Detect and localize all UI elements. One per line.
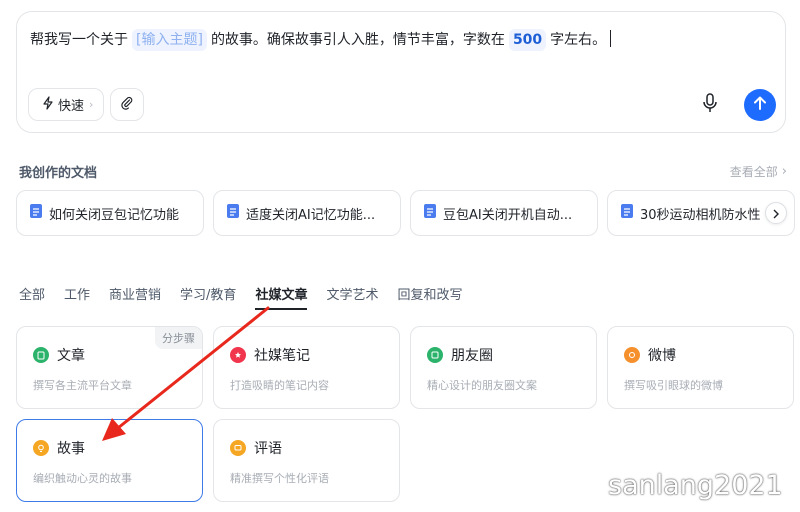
template-card-moments[interactable]: 朋友圈 精心设计的朋友圈文案 [410, 326, 597, 409]
template-card-story[interactable]: 故事 编织触动心灵的故事 [16, 419, 203, 502]
document-card[interactable]: 如何关闭豆包记忆功能 [16, 190, 204, 236]
topic-placeholder: [输入主题] [136, 32, 203, 48]
documents-next-button[interactable] [765, 202, 787, 224]
text-caret [610, 30, 612, 47]
card-title: 故事 [57, 441, 85, 457]
card-description: 撰写各主流平台文章 [33, 379, 132, 392]
document-icon [33, 347, 49, 363]
prompt-composer[interactable]: 帮我写一个关于 [输入主题] 的故事。确保故事引人入胜，情节丰富，字数在 500 字左右… [16, 11, 786, 133]
moments-icon [427, 347, 443, 363]
tab-marketing[interactable]: 商业营销 [109, 284, 161, 310]
tab-education[interactable]: 学习/教育 [180, 284, 236, 310]
chevron-right-icon [772, 204, 780, 223]
tab-social-media[interactable]: 社媒文章 [255, 284, 308, 310]
fast-mode-label: 快速 [58, 99, 85, 114]
card-title: 文章 [57, 348, 85, 364]
tab-reply-rewrite[interactable]: 回复和改写 [397, 284, 462, 310]
card-description: 精心设计的朋友圈文案 [427, 379, 537, 392]
microphone-button[interactable] [700, 93, 720, 117]
template-card-social-note[interactable]: 社媒笔记 打造吸睛的笔记内容 [213, 326, 400, 409]
category-tabs: 全部 工作 商业营销 学习/教育 社媒文章 文学艺术 回复和改写 [19, 284, 481, 310]
doc-icon [620, 203, 634, 223]
view-all-label: 查看全部 [729, 165, 778, 179]
documents-title: 我创作的文档 [19, 166, 98, 181]
tab-all[interactable]: 全部 [19, 284, 45, 310]
comment-icon [230, 440, 246, 456]
card-description: 精准撰写个性化评语 [230, 472, 329, 485]
doc-icon [29, 203, 43, 223]
arrow-up-icon [752, 95, 768, 115]
view-all-link[interactable]: 查看全部 › [730, 163, 787, 180]
card-title: 朋友圈 [451, 348, 493, 364]
paperclip-icon [120, 96, 134, 114]
document-title: 如何关闭豆包记忆功能 [49, 207, 180, 223]
document-title: 适度关闭AI记忆功能... [246, 207, 376, 223]
document-card[interactable]: 豆包AI关闭开机自动... [410, 190, 598, 236]
prompt-text[interactable]: 帮我写一个关于 [输入主题] 的故事。确保故事引人入胜，情节丰富，字数在 500 字左右… [30, 29, 612, 51]
prompt-after: 字左右。 [550, 32, 607, 48]
fast-mode-button[interactable]: 快速 › [28, 88, 104, 121]
note-icon [230, 347, 246, 363]
card-title: 评语 [254, 441, 282, 457]
chevron-right-icon: › [781, 164, 787, 179]
lightning-icon [41, 95, 55, 114]
doc-icon [423, 203, 437, 223]
doc-icon [226, 203, 240, 223]
card-description: 打造吸睛的笔记内容 [230, 379, 329, 392]
send-button[interactable] [744, 89, 776, 121]
card-description: 撰写吸引眼球的微博 [624, 379, 723, 392]
topic-slot[interactable]: [输入主题] [132, 29, 207, 51]
microphone-icon [702, 93, 718, 117]
tab-literature-art[interactable]: 文学艺术 [326, 284, 378, 310]
watermark: sanlang2021 [608, 470, 783, 501]
template-card-article[interactable]: 分步骤 文章 撰写各主流平台文章 [16, 326, 203, 409]
template-card-weibo[interactable]: 微博 撰写吸引眼球的微博 [607, 326, 794, 409]
template-card-comment[interactable]: 评语 精准撰写个性化评语 [213, 419, 400, 502]
weibo-icon [624, 347, 640, 363]
word-count-slot[interactable]: 500 [508, 29, 547, 51]
card-title: 社媒笔记 [254, 348, 310, 364]
word-count-value: 500 [512, 32, 543, 48]
attach-button[interactable] [110, 88, 144, 121]
prompt-middle: 的故事。确保故事引人入胜，情节丰富，字数在 [210, 32, 505, 48]
tab-work[interactable]: 工作 [64, 284, 90, 310]
chevron-right-icon: › [89, 98, 94, 111]
card-description: 编织触动心灵的故事 [33, 472, 132, 485]
step-badge: 分步骤 [155, 327, 202, 349]
card-title: 微博 [648, 348, 676, 364]
document-card[interactable]: 适度关闭AI记忆功能... [213, 190, 401, 236]
prompt-before: 帮我写一个关于 [30, 32, 128, 48]
bulb-icon [33, 440, 49, 456]
document-title: 豆包AI关闭开机自动... [443, 207, 573, 223]
document-title: 30秒运动相机防水性 [640, 207, 761, 223]
